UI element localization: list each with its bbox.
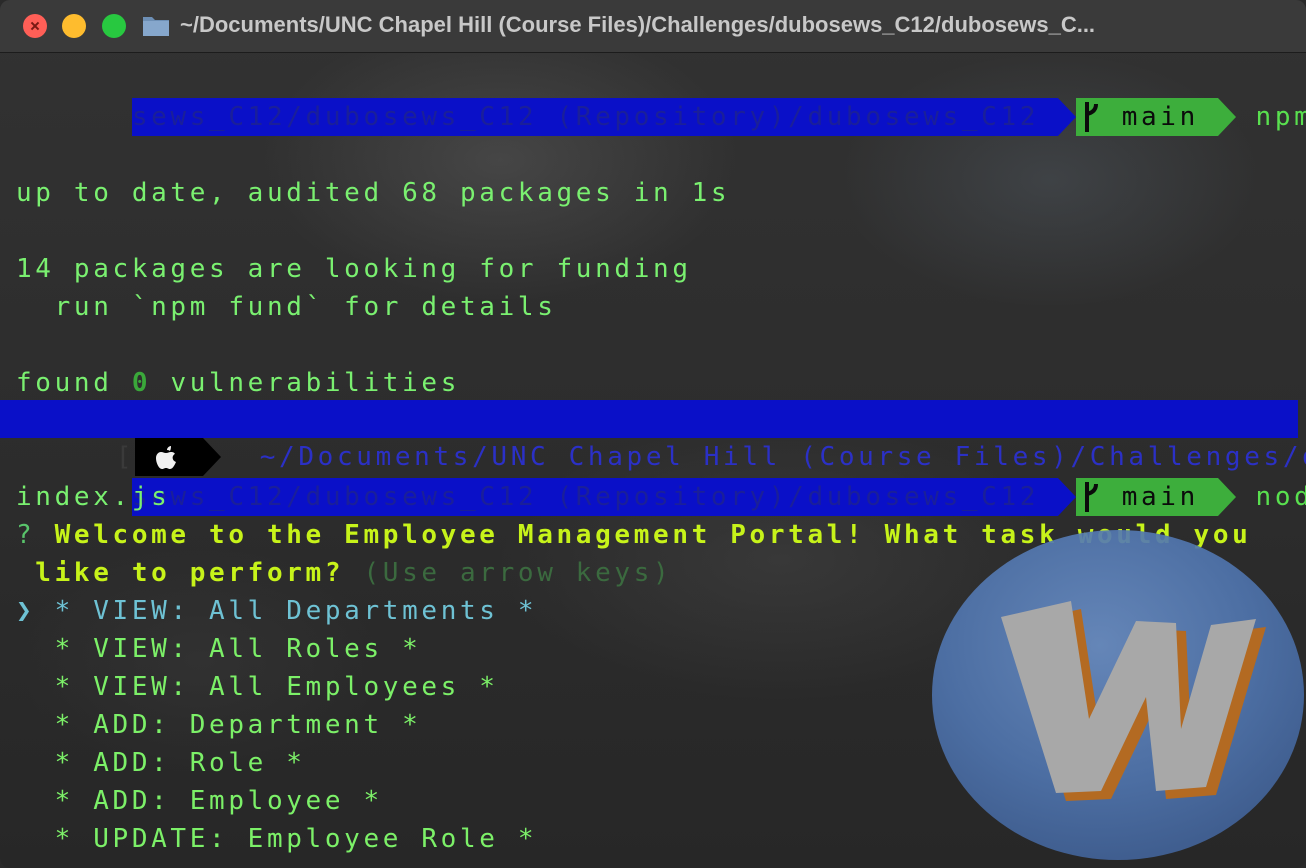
segment-separator	[1058, 98, 1077, 136]
prompt-line-node: sews_C12/dubosews_C12 (Repository)/dubos…	[16, 440, 1306, 516]
git-branch-segment: main	[1076, 478, 1219, 516]
menu-option[interactable]: ❯ * VIEW: All Departments *	[16, 592, 537, 630]
vulnerability-count: 0	[131, 368, 152, 398]
vulnerabilities-label: vulnerabilities	[151, 368, 460, 398]
w-logo-badge	[932, 530, 1304, 860]
menu-option-label: * ADD: Employee *	[54, 786, 383, 816]
menu-option[interactable]: * VIEW: All Employees *	[16, 668, 499, 706]
menu-option[interactable]: * UPDATE: Employee Role *	[16, 820, 537, 858]
menu-option[interactable]: * VIEW: All Roles *	[16, 630, 421, 668]
command-text: npm i	[1255, 102, 1306, 132]
close-window-button[interactable]	[23, 14, 47, 38]
vulnerabilities-line: found 0 vulnerabilities	[16, 364, 460, 402]
fund-hint-line: run `npm fund` for details	[16, 292, 557, 322]
menu-option-label: * VIEW: All Employees *	[54, 672, 499, 702]
git-branch-label: main	[1102, 482, 1219, 512]
menu-option[interactable]: * ADD: Employee *	[16, 782, 383, 820]
terminal-window: ~/Documents/UNC Chapel Hill (Course File…	[0, 0, 1306, 868]
segment-separator	[1218, 98, 1237, 136]
menu-option-label: * VIEW: All Roles *	[54, 634, 422, 664]
git-branch-icon	[1085, 482, 1099, 512]
found-label: found	[16, 368, 132, 398]
menu-option-label: * UPDATE: Employee Role *	[54, 824, 538, 854]
prompt-path-segment: sews_C12/dubosews_C12 (Repository)/dubos…	[131, 478, 1059, 516]
segment-separator	[1218, 478, 1237, 516]
funding-line: 14 packages are looking for funding	[16, 254, 692, 284]
maximize-window-button[interactable]	[102, 14, 126, 38]
question-mark: ?	[16, 520, 36, 550]
menu-option-label: * ADD: Role *	[54, 748, 306, 778]
prompt-line-npm: sews_C12/dubosews_C12 (Repository)/dubos…	[16, 60, 1306, 136]
git-branch-label: main	[1102, 102, 1219, 132]
selection-cursor: ❯	[16, 596, 36, 626]
command-text: node	[1255, 482, 1306, 512]
minimize-window-button[interactable]	[62, 14, 86, 38]
question-text-2: like to perform?	[16, 558, 345, 588]
audit-line: up to date, audited 68 packages in 1s	[16, 178, 731, 208]
window-title: ~/Documents/UNC Chapel Hill (Course File…	[180, 12, 1096, 37]
question-line-2: like to perform? (Use arrow keys)	[16, 554, 672, 592]
prompt-path-segment: sews_C12/dubosews_C12 (Repository)/dubos…	[131, 98, 1059, 136]
menu-option[interactable]: * ADD: Role *	[16, 744, 306, 782]
git-branch-icon	[1085, 102, 1099, 132]
question-hint: (Use arrow keys)	[344, 558, 673, 588]
menu-option[interactable]: * ADD: Department *	[16, 706, 421, 744]
git-branch-segment: main	[1076, 98, 1219, 136]
folder-icon	[143, 17, 169, 36]
title-bar: ~/Documents/UNC Chapel Hill (Course File…	[0, 0, 1306, 53]
segment-separator	[1058, 478, 1077, 516]
menu-option-label: * VIEW: All Departments *	[54, 596, 538, 626]
prompt-directory-line: [ ~/Documents/UNC Chapel Hill (Course Fi…	[0, 400, 1306, 476]
menu-option-label: * ADD: Department *	[54, 710, 422, 740]
command-continuation: index.js	[16, 482, 171, 512]
